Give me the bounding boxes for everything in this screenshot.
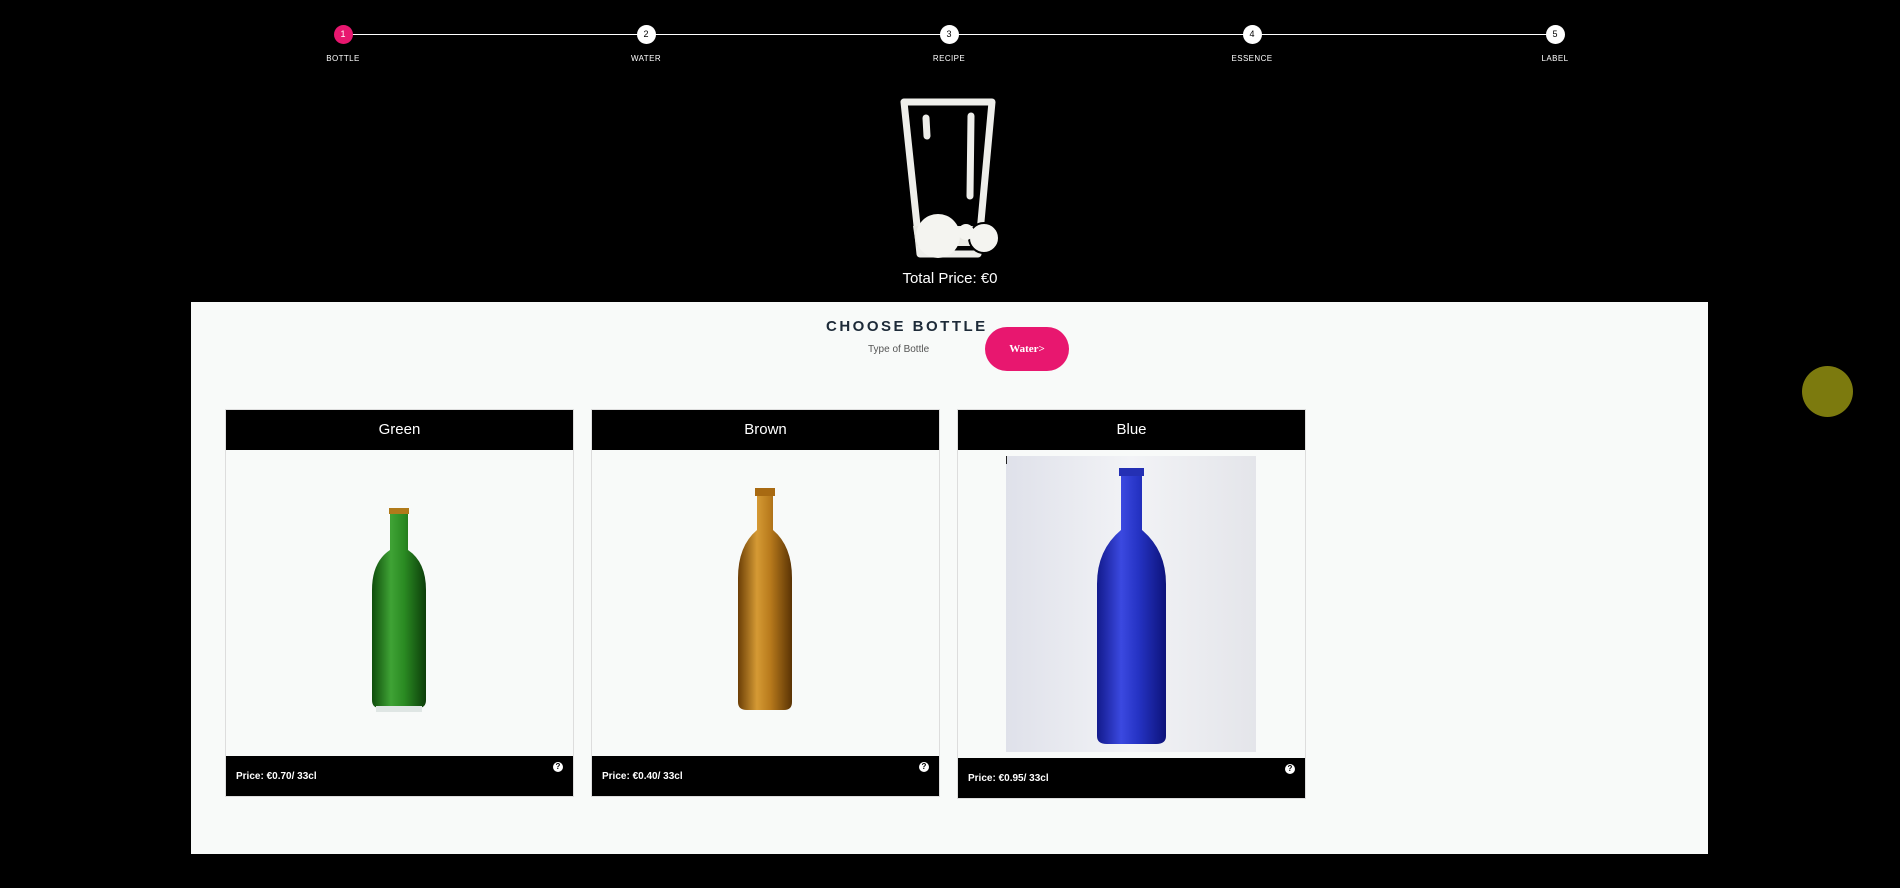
step-label: ESSENCE — [1231, 54, 1273, 63]
progress-stepper: 1 BOTTLE 2 WATER 3 RECIPE 4 ESSENCE 5 LA… — [0, 0, 1900, 90]
card-footer: Price: €0.70/ 33cl ? — [226, 756, 573, 796]
bottle-image — [592, 450, 939, 756]
step-number: 5 — [1545, 25, 1565, 44]
bottle-price: Price: €0.70/ 33cl — [236, 771, 317, 782]
bottle-price: Price: €0.40/ 33cl — [602, 771, 683, 782]
step-label: LABEL — [1541, 54, 1569, 63]
step-number: 4 — [1242, 25, 1262, 44]
bottle-name: Brown — [592, 410, 939, 450]
step-label: RECIPE — [932, 54, 966, 63]
panel-title: CHOOSE BOTTLE — [826, 318, 988, 335]
step-water[interactable]: 2 WATER — [606, 25, 686, 63]
bottle-selection-panel: CHOOSE BOTTLE Type of Bottle Water> Gree… — [191, 302, 1708, 854]
step-recipe[interactable]: 3 RECIPE — [909, 25, 989, 63]
panel-subtitle: Type of Bottle — [868, 344, 930, 355]
bottle-name: Green — [226, 410, 573, 450]
green-bottle-icon — [372, 508, 426, 712]
bottle-card-green[interactable]: Green Price: €0.70/ 33cl ? — [225, 409, 574, 797]
card-footer: Price: €0.95/ 33cl ? — [958, 758, 1305, 798]
card-footer: Price: €0.40/ 33cl ? — [592, 756, 939, 796]
bottle-name: Blue — [958, 410, 1305, 450]
step-number: 3 — [939, 25, 959, 44]
help-icon[interactable]: ? — [919, 762, 929, 772]
next-water-button[interactable]: Water> — [985, 327, 1069, 371]
help-icon[interactable]: ? — [553, 762, 563, 772]
step-label: BOTTLE — [326, 54, 360, 63]
step-label[interactable]: 5 LABEL — [1515, 25, 1595, 63]
step-number: 2 — [636, 25, 656, 44]
total-price: Total Price: €0 — [902, 270, 998, 287]
bottle-card-brown[interactable]: Brown Price: €0.40/ 33cl ? — [591, 409, 940, 797]
step-bottle[interactable]: 1 BOTTLE — [303, 25, 383, 63]
step-number: 1 — [333, 25, 353, 44]
glass-icon — [900, 98, 1000, 258]
bottle-image — [958, 450, 1305, 758]
bottle-price: Price: €0.95/ 33cl — [968, 773, 1049, 784]
step-essence[interactable]: 4 ESSENCE — [1212, 25, 1292, 63]
bottle-image — [226, 450, 573, 756]
floating-cursor-dot — [1802, 366, 1853, 417]
brown-bottle-icon — [738, 488, 792, 710]
help-icon[interactable]: ? — [1285, 764, 1295, 774]
bottle-card-blue[interactable]: Blue Price: €0.95/ 33cl ? — [957, 409, 1306, 799]
step-label: WATER — [631, 54, 661, 63]
blue-bottle-icon — [1006, 456, 1256, 752]
